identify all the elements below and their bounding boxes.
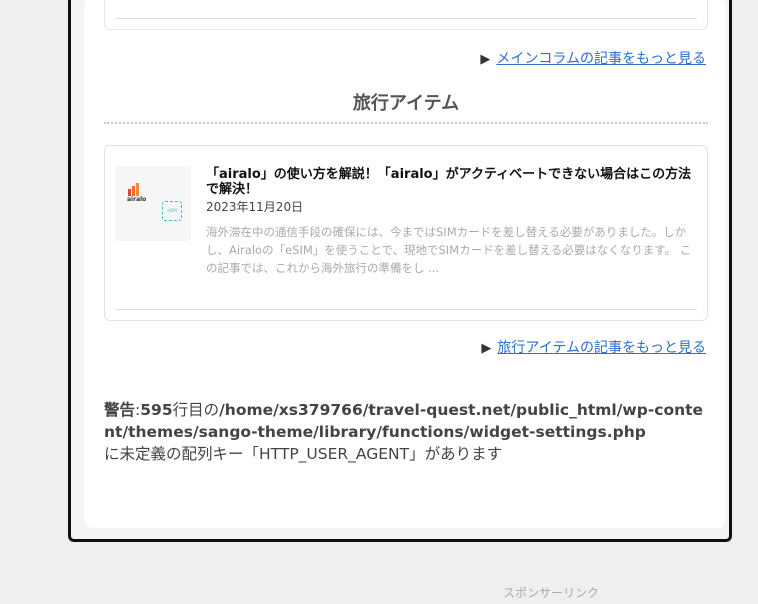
previous-post-card — [104, 0, 708, 30]
travel-items-more: ▶ 旅行アイテムの記事をもっと見る — [481, 337, 706, 357]
post-title[interactable]: 「airalo」の使い方を解説！「airalo」がアクティベートできない場合はこ… — [206, 167, 698, 197]
section-title: 旅行アイテム — [352, 93, 460, 114]
content-frame: ▶ メインコラムの記事をもっと見る 旅行アイテム airalo eSIM 「air… — [68, 0, 732, 542]
divider — [115, 309, 697, 310]
warning-label: 警告 — [104, 401, 136, 419]
warning-line: 595 — [140, 401, 173, 419]
main-column-more-link[interactable]: メインコラムの記事をもっと見る — [496, 51, 706, 67]
main-column-more: ▶ メインコラムの記事をもっと見る — [480, 48, 706, 68]
divider — [115, 18, 697, 19]
warning-line-suffix: 行目の — [172, 401, 220, 419]
post-excerpt: 海外滞在中の通信手段の確保には、今まではSIMカードを差し替える必要がありました… — [206, 225, 692, 275]
post-card[interactable]: airalo eSIM 「airalo」の使い方を解説！「airalo」がアクテ… — [104, 145, 708, 321]
esim-icon: eSIM — [162, 201, 182, 221]
play-triangle-icon: ▶ — [481, 341, 492, 356]
post-thumbnail[interactable]: airalo eSIM — [115, 166, 191, 241]
travel-items-more-link[interactable]: 旅行アイテムの記事をもっと見る — [497, 340, 706, 356]
airalo-logo-icon — [128, 183, 139, 196]
content-card: ▶ メインコラムの記事をもっと見る 旅行アイテム airalo eSIM 「air… — [84, 0, 726, 528]
section-divider — [104, 122, 708, 124]
play-triangle-icon: ▶ — [480, 52, 491, 67]
thumb-logo-text: airalo — [127, 196, 147, 203]
post-date: 2023年11月20日 — [206, 200, 304, 214]
sponsor-label: スポンサーリンク — [503, 586, 600, 600]
php-warning: 警告:595行目の/home/xs379766/travel-quest.net… — [104, 401, 704, 463]
warning-message: に未定義の配列キー「HTTP_USER_AGENT」があります — [104, 445, 503, 463]
